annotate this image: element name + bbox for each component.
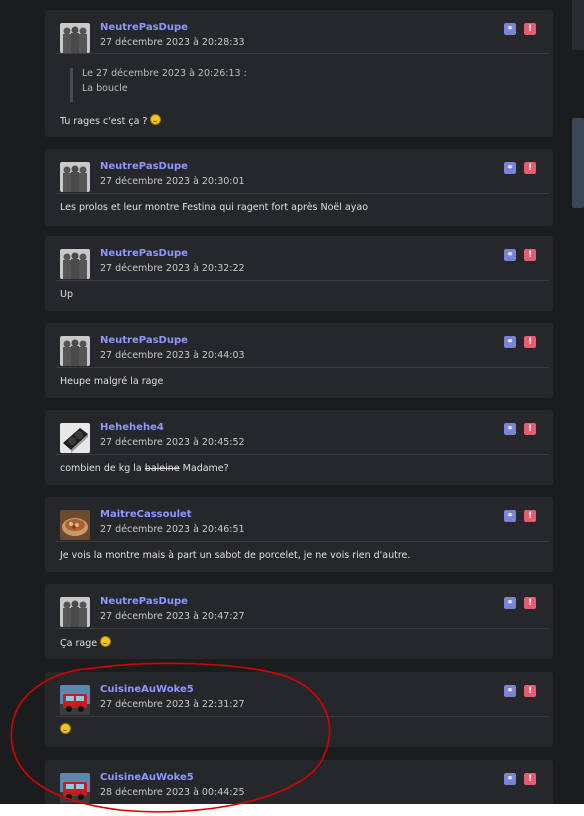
- author-name[interactable]: NeutrePasDupe: [100, 335, 188, 346]
- avatar[interactable]: [60, 336, 90, 366]
- scrollbar-thumb[interactable]: [572, 118, 584, 208]
- quote-text: La boucle: [82, 83, 128, 94]
- post-text: Je vois la montre mais à part un sabot d…: [60, 550, 411, 561]
- scroll-track: [572, 0, 584, 50]
- divider: [56, 280, 549, 281]
- post: NeutrePasDupe 27 décembre 2023 à 20:28:3…: [45, 10, 553, 137]
- post: NeutrePasDupe 27 décembre 2023 à 20:47:2…: [45, 584, 553, 659]
- post-text-content: Ça rage: [60, 638, 98, 649]
- post: Hehehehe4 27 décembre 2023 à 20:45:52 ⚭ …: [45, 410, 553, 485]
- divider: [56, 716, 549, 717]
- author-name[interactable]: NeutrePasDupe: [100, 161, 188, 172]
- post-text-content: Tu rages c'est ça ?: [60, 116, 148, 127]
- post-text-after: Madame?: [182, 463, 229, 474]
- author-name[interactable]: NeutrePasDupe: [100, 596, 188, 607]
- report-icon[interactable]: !: [524, 23, 536, 35]
- bottom-edge: [0, 804, 584, 816]
- post-text: Les prolos et leur montre Festina qui ra…: [60, 202, 369, 213]
- report-icon[interactable]: !: [524, 773, 536, 785]
- quote-header: Le 27 décembre 2023 à 20:26:13 :: [82, 68, 247, 79]
- link-icon[interactable]: ⚭: [504, 685, 516, 697]
- link-icon[interactable]: ⚭: [504, 162, 516, 174]
- post-date[interactable]: 27 décembre 2023 à 20:28:33: [100, 37, 245, 48]
- link-icon[interactable]: ⚭: [504, 23, 516, 35]
- report-icon[interactable]: !: [524, 685, 536, 697]
- message-feed: NeutrePasDupe 27 décembre 2023 à 20:28:3…: [0, 0, 584, 816]
- avatar[interactable]: [60, 162, 90, 192]
- link-icon[interactable]: ⚭: [504, 249, 516, 261]
- post-text: Heupe malgré la rage: [60, 376, 164, 387]
- avatar[interactable]: [60, 249, 90, 279]
- link-icon[interactable]: ⚭: [504, 597, 516, 609]
- avatar[interactable]: [60, 23, 90, 53]
- smiley-icon: [150, 114, 162, 125]
- avatar[interactable]: [60, 685, 90, 715]
- post: NeutrePasDupe 27 décembre 2023 à 20:30:0…: [45, 149, 553, 226]
- report-icon[interactable]: !: [524, 249, 536, 261]
- link-icon[interactable]: ⚭: [504, 336, 516, 348]
- post-text: [57, 723, 71, 736]
- post: CuisineAuWoke5 27 décembre 2023 à 22:31:…: [45, 672, 553, 747]
- post-date[interactable]: 27 décembre 2023 à 20:44:03: [100, 350, 245, 361]
- shadow-figures-icon: [60, 336, 90, 366]
- avatar[interactable]: [60, 597, 90, 627]
- avatar[interactable]: [60, 773, 90, 803]
- author-name[interactable]: MaitreCassoulet: [100, 509, 192, 520]
- post-text: Tu rages c'est ça ?: [60, 114, 162, 127]
- avatar[interactable]: [60, 510, 90, 540]
- smiley-icon: [100, 636, 112, 647]
- post-date[interactable]: 27 décembre 2023 à 20:45:52: [100, 437, 245, 448]
- author-name[interactable]: Hehehehe4: [100, 422, 164, 433]
- author-name[interactable]: NeutrePasDupe: [100, 248, 188, 259]
- divider: [56, 454, 549, 455]
- link-icon[interactable]: ⚭: [504, 423, 516, 435]
- shadow-figures-icon: [60, 249, 90, 279]
- post-text-before: combien de kg la: [60, 463, 142, 474]
- post-date[interactable]: 27 décembre 2023 à 22:31:27: [100, 699, 245, 710]
- shadow-figures-icon: [60, 597, 90, 627]
- shadow-figures-icon: [60, 23, 90, 53]
- red-truck-icon: [60, 685, 90, 715]
- post-date[interactable]: 27 décembre 2023 à 20:46:51: [100, 524, 245, 535]
- shadow-figures-icon: [60, 162, 90, 192]
- report-icon[interactable]: !: [524, 597, 536, 609]
- post-date[interactable]: 27 décembre 2023 à 20:47:27: [100, 611, 245, 622]
- post: NeutrePasDupe 27 décembre 2023 à 20:32:2…: [45, 236, 553, 311]
- post-text: Up: [60, 289, 73, 300]
- struck-text: baleine: [144, 463, 180, 474]
- report-icon[interactable]: !: [524, 423, 536, 435]
- smiley-icon: [60, 723, 71, 734]
- report-icon[interactable]: !: [524, 336, 536, 348]
- graphics-card-icon: [60, 423, 90, 453]
- divider: [56, 193, 549, 194]
- post-text: combien de kg la baleine Madame?: [60, 463, 229, 474]
- divider: [56, 53, 549, 54]
- post: MaitreCassoulet 27 décembre 2023 à 20:46…: [45, 497, 553, 572]
- link-icon[interactable]: ⚭: [504, 510, 516, 522]
- author-name[interactable]: CuisineAuWoke5: [100, 684, 194, 695]
- post: NeutrePasDupe 27 décembre 2023 à 20:44:0…: [45, 323, 553, 398]
- post-date[interactable]: 27 décembre 2023 à 20:32:22: [100, 263, 245, 274]
- post-date[interactable]: 28 décembre 2023 à 00:44:25: [100, 787, 245, 798]
- post-text: Ça rage: [60, 636, 112, 649]
- author-name[interactable]: CuisineAuWoke5: [100, 772, 194, 783]
- quote-block: Le 27 décembre 2023 à 20:26:13 : La bouc…: [70, 68, 393, 102]
- post-date[interactable]: 27 décembre 2023 à 20:30:01: [100, 176, 245, 187]
- divider: [56, 628, 549, 629]
- divider: [56, 367, 549, 368]
- red-truck-icon: [60, 773, 90, 803]
- avatar[interactable]: [60, 423, 90, 453]
- report-icon[interactable]: !: [524, 162, 536, 174]
- author-name[interactable]: NeutrePasDupe: [100, 22, 188, 33]
- link-icon[interactable]: ⚭: [504, 773, 516, 785]
- report-icon[interactable]: !: [524, 510, 536, 522]
- cassoulet-dish-icon: [60, 510, 90, 540]
- divider: [56, 541, 549, 542]
